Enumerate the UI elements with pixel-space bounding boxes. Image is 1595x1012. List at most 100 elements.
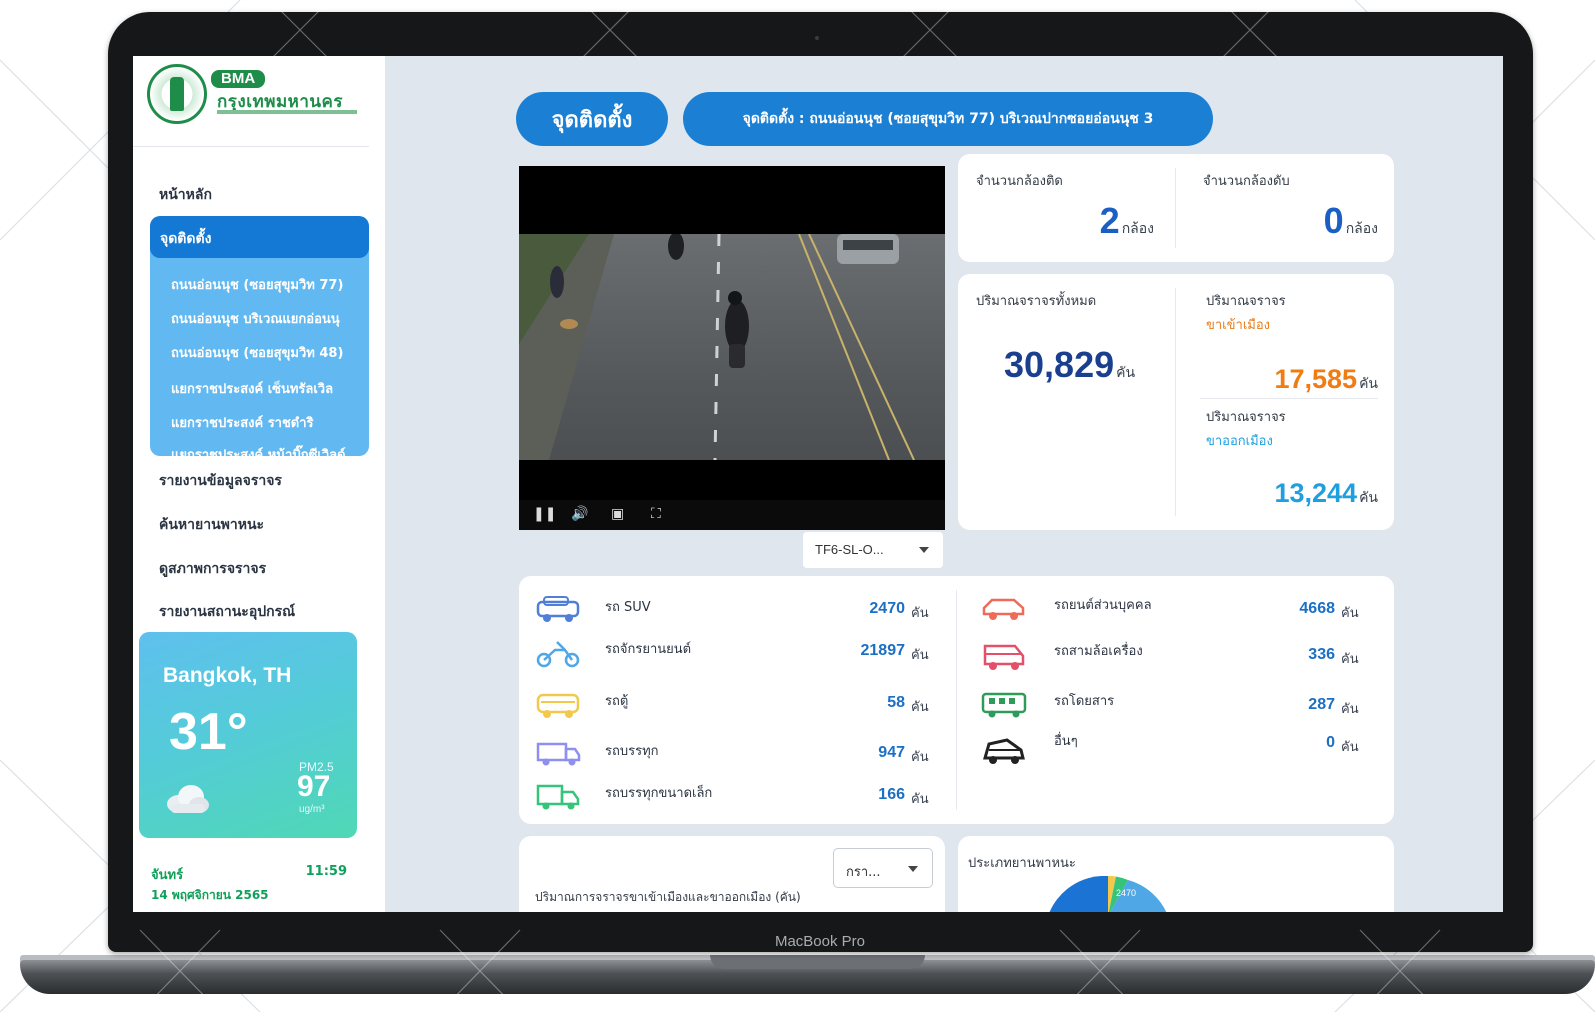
vehicle-unit: คัน xyxy=(1341,606,1359,621)
picture-in-picture-icon[interactable]: ▣ xyxy=(611,506,624,522)
vehicle-count: 166 xyxy=(878,786,905,803)
sidebar: BMA กรุงเทพมหานคร หน้าหลัก จุดติดตั้ง ถน… xyxy=(133,56,385,912)
card-divider xyxy=(1175,288,1176,516)
vehicle-unit: คัน xyxy=(911,750,929,765)
total-traffic-value: 30,829 คัน xyxy=(1004,344,1135,386)
sidebar-item-installation[interactable]: จุดติดตั้ง xyxy=(150,216,369,258)
weather-card: Bangkok, TH 31° PM2.5 97 ug/m³ xyxy=(139,632,357,838)
cloud-icon xyxy=(167,785,209,813)
traffic-chart-title: ปริมาณการจราจรขาเข้าเมืองและขาออกเมือง (… xyxy=(535,890,801,904)
day-name: จันทร์ xyxy=(151,868,184,883)
sidebar-subitem[interactable]: แยกราชประสงค์ หน้าบิ๊กซีเวิลด์ xyxy=(171,444,346,456)
vehicle-name: รถจักรยานยนต์ xyxy=(605,642,692,657)
bezel-label: MacBook Pro xyxy=(774,933,866,950)
clock-time: 11:59 xyxy=(305,864,347,879)
card-divider xyxy=(1175,168,1176,248)
sidebar-group-installation: จุดติดตั้ง ถนนอ่อนนุช (ซอยสุขุมวิท 77) ถ… xyxy=(150,216,369,456)
vehicle-unit: คัน xyxy=(1341,702,1359,717)
cameras-off-unit: กล้อง xyxy=(1345,220,1378,236)
installation-button[interactable]: จุดติดตั้ง xyxy=(516,92,668,146)
inbound-divider xyxy=(1200,398,1378,399)
sidebar-subitem[interactable]: ถนนอ่อนนุช บริเวณแยกอ่อนนุ xyxy=(171,308,340,329)
stage: MacBook Pro BMA กรุงเทพมหานคร หน้าหลัก จ… xyxy=(0,0,1595,1012)
vehicle-count: 0 xyxy=(1326,734,1335,751)
logo-subtitle-bar xyxy=(217,110,357,114)
road-scene xyxy=(519,234,915,460)
vehicle-count: 947 xyxy=(878,744,905,761)
cameras-off-label: จำนวนกล้องดับ xyxy=(1203,174,1290,189)
sidebar-subitem[interactable]: ถนนอ่อนนุช (ซอยสุขุมวิท 77) xyxy=(171,274,343,295)
total-traffic-unit: คัน xyxy=(1116,364,1136,380)
total-traffic-number: 30,829 xyxy=(1004,344,1115,385)
vehicle-type-card: รถ SUV 2470 คัน รถจักรยานยนต์ 21897 คัน … xyxy=(519,576,1394,824)
truck-icon xyxy=(536,742,581,766)
inbound-sublabel: ขาเข้าเมือง xyxy=(1206,318,1270,333)
sidebar-item-home[interactable]: หน้าหลัก xyxy=(159,184,212,206)
vehicle-count: 21897 xyxy=(860,642,906,659)
sidebar-item-device-status[interactable]: รายงานสถานะอุปกรณ์ xyxy=(159,601,295,623)
vehicle-name: รถยนต์ส่วนบุคคล xyxy=(1054,598,1152,613)
inbound-label: ปริมาณจราจร xyxy=(1206,294,1286,309)
cameras-on-value: 2 กล้อง xyxy=(1100,200,1154,242)
outbound-number: 13,244 xyxy=(1274,478,1358,508)
weather-temp: 31° xyxy=(169,703,248,761)
vehicle-name: รถ SUV xyxy=(605,600,651,615)
sidebar-item-label: จุดติดตั้ง xyxy=(160,231,212,247)
chevron-down-icon xyxy=(919,547,929,553)
outbound-value: 13,244 คัน xyxy=(1274,478,1378,509)
vehicle-unit: คัน xyxy=(911,606,929,621)
sidebar-subitem[interactable]: ถนนอ่อนนุช (ซอยสุขุมวิท 48) xyxy=(171,342,343,363)
vehicle-type-chart-card: ประเภทยานพาหนะ 2470 xyxy=(958,836,1394,912)
pm25-unit: ug/m³ xyxy=(299,804,325,815)
logo[interactable]: BMA กรุงเทพมหานคร xyxy=(147,62,367,132)
pause-icon[interactable]: ❚❚ xyxy=(533,506,556,522)
vehicle-count: 2470 xyxy=(869,600,905,617)
small-truck-icon xyxy=(536,784,580,810)
vehicle-name: รถโดยสาร xyxy=(1054,694,1115,709)
webcam-icon xyxy=(815,36,819,40)
date-row: จันทร์ 11:59 xyxy=(151,864,347,885)
month-select[interactable]: กรา... xyxy=(833,848,933,888)
sidebar-subitem[interactable]: แยกราชประสงค์ เซ็นทรัลเวิล xyxy=(171,378,333,399)
bus-icon xyxy=(981,692,1027,718)
vehicle-count: 58 xyxy=(887,694,905,711)
volume-icon[interactable]: 🔊 xyxy=(571,506,588,522)
bma-seal-icon xyxy=(147,64,207,124)
camera-feed xyxy=(519,234,945,460)
cameras-on-number: 2 xyxy=(1099,200,1120,241)
pie-slice-car xyxy=(1049,876,1108,912)
video-player[interactable]: ❚❚ 🔊 ▣ ⛶ xyxy=(519,166,945,530)
location-pill: จุดติดตั้ง : ถนนอ่อนนุช (ซอยสุขุมวิท 77)… xyxy=(683,92,1213,146)
month-select-value: กรา... xyxy=(846,865,881,880)
vehicle-unit: คัน xyxy=(911,792,929,807)
outbound-label: ปริมาณจราจร xyxy=(1206,410,1286,425)
fullscreen-icon[interactable]: ⛶ xyxy=(651,506,661,522)
screen: BMA กรุงเทพมหานคร หน้าหลัก จุดติดตั้ง ถน… xyxy=(133,56,1503,912)
traffic-volume-card: ปริมาณจราจรทั้งหมด 30,829 คัน ปริมาณจราจร… xyxy=(958,274,1394,530)
vehicle-name: อื่นๆ xyxy=(1054,734,1078,749)
vehicle-name: รถตู้ xyxy=(605,694,629,709)
inbound-value: 17,585 คัน xyxy=(1274,364,1378,395)
sidebar-item-traffic-view[interactable]: ดูสภาพการจราจร xyxy=(159,558,266,580)
outbound-unit: คัน xyxy=(1359,489,1378,505)
camera-select[interactable]: TF6-SL-O... xyxy=(803,532,943,568)
camera-status-card: จำนวนกล้องติด 2 กล้อง จำนวนกล้องดับ 0 กล้อ… xyxy=(958,154,1394,262)
sidebar-item-vehicle-search[interactable]: ค้นหายานพาหนะ xyxy=(159,514,264,536)
vehicle-unit: คัน xyxy=(1341,740,1359,755)
weather-city: Bangkok, TH xyxy=(163,664,292,687)
vehicle-name: รถสามล้อเครื่อง xyxy=(1054,644,1143,659)
outbound-sublabel: ขาออกเมือง xyxy=(1206,434,1273,449)
inbound-number: 17,585 xyxy=(1274,364,1358,394)
cameras-off-number: 0 xyxy=(1323,200,1344,241)
sidebar-subitem[interactable]: แยกราชประสงค์ ราชดำริ xyxy=(171,412,314,433)
sidebar-item-traffic-report[interactable]: รายงานข้อมูลจราจร xyxy=(159,470,282,492)
logo-badge: BMA xyxy=(211,70,266,88)
inbound-unit: คัน xyxy=(1359,375,1378,391)
total-traffic-label: ปริมาณจราจรทั้งหมด xyxy=(976,294,1097,309)
tuktuk-icon xyxy=(983,644,1025,670)
full-date: 14 พฤศจิกายน 2565 xyxy=(151,888,269,902)
vehicle-type-pie: 2470 xyxy=(1049,876,1167,912)
video-controls: ❚❚ 🔊 ▣ ⛶ xyxy=(519,500,945,530)
other-vehicle-icon xyxy=(983,738,1025,764)
vehicle-unit: คัน xyxy=(911,648,929,663)
